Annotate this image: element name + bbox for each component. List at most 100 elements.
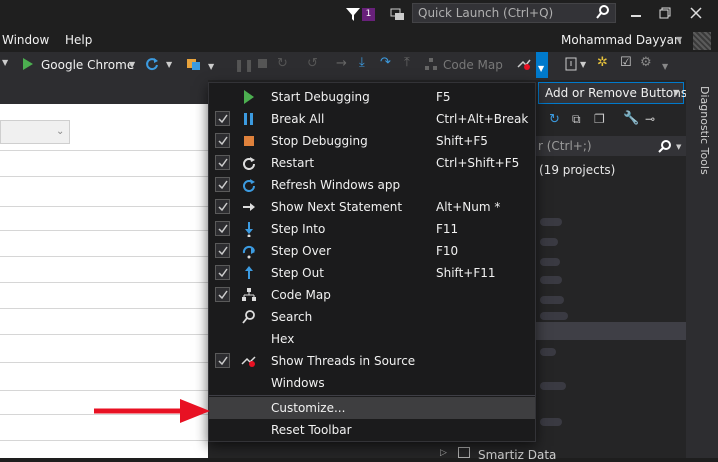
menu-help[interactable]: Help	[65, 33, 92, 47]
editor-combo-chevron-icon[interactable]: ⌄	[56, 126, 64, 137]
filter-icon[interactable]	[345, 6, 361, 22]
editor-line	[0, 150, 208, 151]
checked-checkbox-icon[interactable]	[215, 199, 230, 214]
arrow-right-icon	[243, 203, 255, 211]
pin-icon[interactable]: ⊸	[645, 112, 655, 126]
document-icon[interactable]	[564, 57, 578, 71]
toolbar-options-chevron-icon[interactable]: ▼	[538, 64, 544, 73]
stop-disabled-icon	[258, 59, 267, 68]
checked-checkbox-icon[interactable]	[215, 111, 230, 126]
threads-icon[interactable]	[516, 56, 532, 72]
tree-item[interactable]	[540, 218, 562, 226]
editor-line	[0, 440, 208, 441]
search-icon[interactable]	[596, 4, 610, 20]
copy-icon[interactable]: ❐	[594, 112, 605, 126]
editor-line	[0, 390, 208, 391]
dropdown-item-shortcut: F10	[436, 244, 459, 258]
threads-icon	[241, 356, 256, 367]
step-over-icon[interactable]: ↷	[380, 55, 391, 70]
checked-checkbox-icon[interactable]	[215, 177, 230, 192]
editor-line	[0, 206, 208, 207]
user-chevron-icon[interactable]: ▼	[676, 35, 682, 44]
tree-selected-row[interactable]	[536, 322, 686, 340]
dropdown-item-label[interactable]: Step Into	[271, 222, 325, 236]
browser-chevron-icon[interactable]: ▼	[129, 60, 135, 69]
dropdown-item-label[interactable]: Hex	[271, 332, 294, 346]
dropdown-item-label[interactable]: Code Map	[271, 288, 331, 302]
editor-tab-strip	[0, 80, 208, 104]
dropdown-item-label[interactable]: Restart	[271, 156, 314, 170]
dropdown-item-shortcut: F11	[436, 222, 459, 236]
dropdown-item-label[interactable]: Stop Debugging	[271, 134, 368, 148]
checked-checkbox-icon[interactable]	[215, 155, 230, 170]
dropdown-item-label[interactable]: Show Threads in Source	[271, 354, 415, 368]
dropdown-item-label[interactable]: Start Debugging	[271, 90, 370, 104]
search-icon[interactable]	[658, 139, 672, 153]
tree-item-label[interactable]: Smartiz Data	[478, 448, 556, 462]
browser-select[interactable]: Google Chrome	[41, 58, 134, 72]
properties-wrench-icon[interactable]: 🔧	[623, 111, 639, 126]
checked-checkbox-icon[interactable]	[215, 133, 230, 148]
refresh-icon[interactable]	[145, 57, 159, 71]
editor-line	[0, 362, 208, 363]
tree-item[interactable]	[540, 238, 558, 246]
tree-expand-icon[interactable]: ▷	[440, 448, 447, 458]
refresh-icon	[243, 179, 255, 192]
editor-line	[0, 230, 208, 231]
minimize-icon[interactable]	[629, 6, 643, 20]
search-icon	[242, 310, 255, 324]
tree-item[interactable]	[540, 382, 566, 390]
notification-badge[interactable]: 1	[362, 8, 375, 21]
dropdown-item-label[interactable]: Refresh Windows app	[271, 178, 400, 192]
checked-checkbox-icon[interactable]	[215, 265, 230, 280]
dropdown-item-label[interactable]: Step Over	[271, 244, 331, 258]
dropdown-item-shortcut: Ctrl+Shift+F5	[436, 156, 520, 170]
customize-label: Customize...	[271, 401, 346, 415]
pause-icon	[244, 113, 253, 125]
sync-icon[interactable]: ↻	[549, 112, 560, 127]
annotation-arrow	[94, 399, 210, 423]
toolbar-dropdown-icon[interactable]: ▼	[2, 58, 8, 67]
checked-checkbox-icon[interactable]	[215, 243, 230, 258]
tree-item[interactable]	[540, 296, 564, 304]
dropdown-item-label[interactable]: Step Out	[271, 266, 324, 280]
user-name[interactable]: Mohammad Dayyan	[561, 33, 682, 47]
reset-toolbar-menu-item[interactable]: Reset Toolbar	[271, 423, 352, 437]
play-icon[interactable]	[22, 57, 34, 71]
dropdown-item-label[interactable]: Break All	[271, 112, 324, 126]
tree-item[interactable]	[540, 312, 568, 320]
checked-checkbox-icon[interactable]	[215, 287, 230, 302]
tree-item[interactable]	[540, 276, 562, 284]
code-map-icon	[425, 58, 437, 70]
checked-checkbox-icon[interactable]	[215, 221, 230, 236]
editor-line	[0, 176, 208, 177]
maximize-icon[interactable]	[658, 6, 672, 20]
new-item-icon[interactable]: ✲	[597, 55, 608, 70]
collapse-icon[interactable]: ⧉	[572, 112, 581, 127]
avatar[interactable]	[693, 32, 711, 50]
restart-icon	[243, 157, 255, 170]
toolbar-overflow-icon[interactable]: ▼	[208, 62, 214, 71]
diagnostic-tools-tab[interactable]: Diagnostic Tools	[693, 86, 711, 186]
tree-item[interactable]	[540, 348, 556, 356]
checklist-icon[interactable]: ☑	[620, 55, 632, 70]
tree-item[interactable]	[540, 258, 560, 266]
step-into-icon[interactable]: ⤓	[359, 55, 365, 70]
menu-window[interactable]: Window	[2, 33, 49, 47]
checked-checkbox-icon[interactable]	[215, 353, 230, 368]
editor-line	[0, 308, 208, 309]
refresh-chevron-icon[interactable]: ▼	[166, 60, 172, 69]
browser-link-icon[interactable]	[186, 57, 202, 71]
close-icon[interactable]	[689, 6, 703, 20]
dropdown-item-label[interactable]: Windows	[271, 376, 325, 390]
search-options-chevron-icon[interactable]: ▼	[676, 143, 681, 151]
dropdown-item-label[interactable]: Show Next Statement	[271, 200, 402, 214]
settings-chevron-icon[interactable]: ▼	[662, 62, 668, 71]
feedback-icon[interactable]	[389, 6, 405, 22]
customize-menu-item[interactable]	[209, 397, 535, 419]
tree-item[interactable]	[540, 418, 562, 426]
document-chevron-icon[interactable]: ▼	[580, 60, 586, 69]
dropdown-item-label[interactable]: Search	[271, 310, 312, 324]
editor-line	[0, 334, 208, 335]
settings-icon[interactable]: ⚙	[640, 55, 652, 70]
